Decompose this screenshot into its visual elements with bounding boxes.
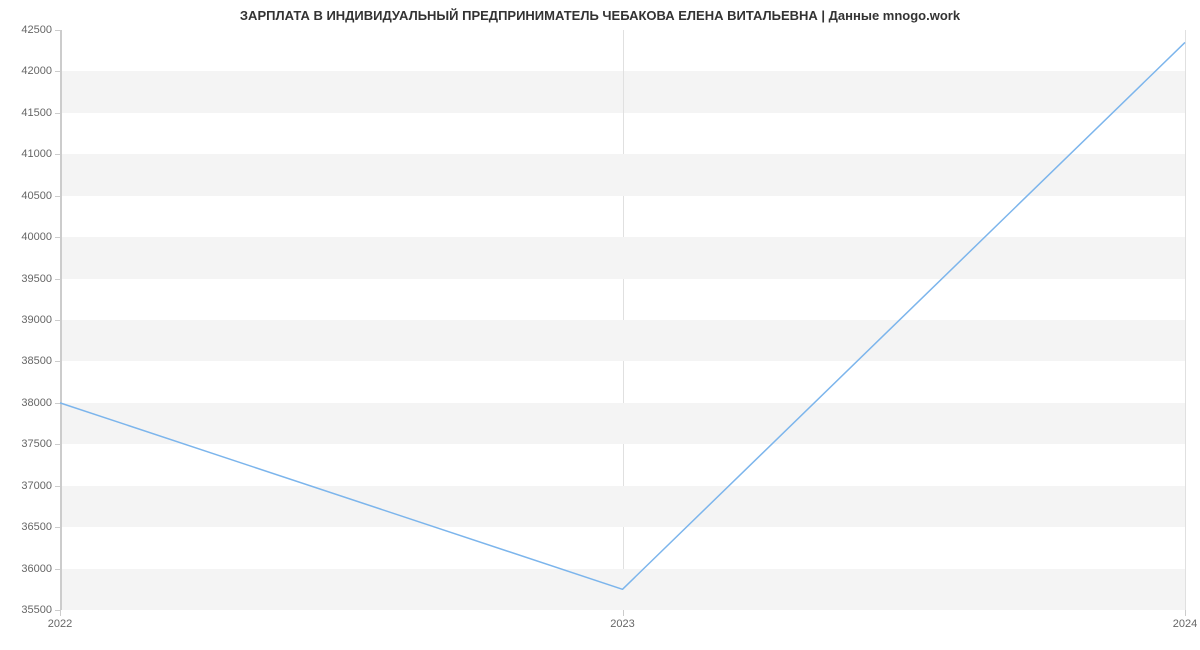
- x-grid-line: [1185, 30, 1186, 610]
- plot-area: 3550036000365003700037500380003850039000…: [60, 30, 1185, 610]
- y-tick-mark: [55, 569, 60, 570]
- chart-line-layer: [60, 30, 1185, 610]
- x-tick-mark: [623, 610, 624, 616]
- x-tick-label: 2022: [48, 618, 72, 630]
- y-tick-label: 41000: [2, 148, 52, 160]
- y-tick-label: 40000: [2, 231, 52, 243]
- y-tick-label: 38500: [2, 355, 52, 367]
- y-tick-label: 35500: [2, 604, 52, 616]
- y-tick-label: 39500: [2, 273, 52, 285]
- y-tick-label: 40500: [2, 190, 52, 202]
- x-tick-label: 2023: [610, 618, 634, 630]
- y-tick-mark: [55, 30, 60, 31]
- y-tick-mark: [55, 403, 60, 404]
- y-tick-mark: [55, 320, 60, 321]
- y-tick-label: 39000: [2, 314, 52, 326]
- x-tick-mark: [60, 610, 61, 616]
- x-tick-label: 2024: [1173, 618, 1197, 630]
- y-tick-mark: [55, 444, 60, 445]
- y-tick-mark: [55, 279, 60, 280]
- y-tick-label: 42500: [2, 24, 52, 36]
- y-tick-mark: [55, 113, 60, 114]
- y-tick-label: 36500: [2, 521, 52, 533]
- y-tick-label: 36000: [2, 563, 52, 575]
- y-tick-mark: [55, 71, 60, 72]
- y-tick-mark: [55, 237, 60, 238]
- y-tick-mark: [55, 527, 60, 528]
- y-tick-mark: [55, 361, 60, 362]
- chart-container: ЗАРПЛАТА В ИНДИВИДУАЛЬНЫЙ ПРЕДПРИНИМАТЕЛ…: [0, 0, 1200, 650]
- chart-title: ЗАРПЛАТА В ИНДИВИДУАЛЬНЫЙ ПРЕДПРИНИМАТЕЛ…: [0, 8, 1200, 23]
- y-tick-mark: [55, 486, 60, 487]
- y-tick-label: 37500: [2, 438, 52, 450]
- y-tick-mark: [55, 154, 60, 155]
- y-tick-label: 42000: [2, 65, 52, 77]
- y-tick-mark: [55, 196, 60, 197]
- x-tick-mark: [1185, 610, 1186, 616]
- y-tick-label: 37000: [2, 480, 52, 492]
- salary-line: [60, 42, 1185, 589]
- y-tick-label: 41500: [2, 107, 52, 119]
- y-tick-label: 38000: [2, 397, 52, 409]
